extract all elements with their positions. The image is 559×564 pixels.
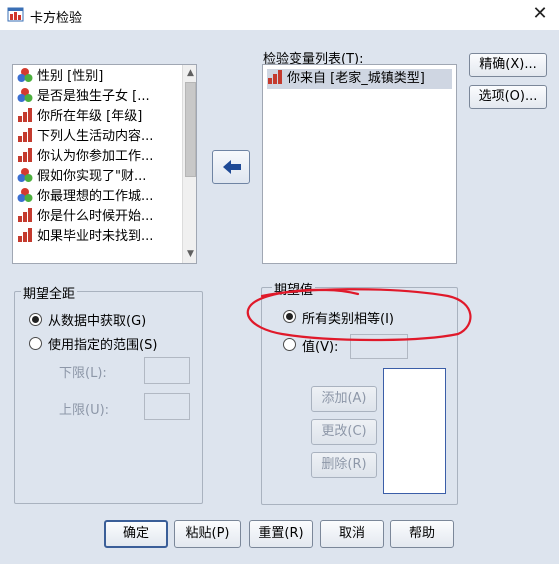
expected-values-group: 期望值 所有类别相等(I) 值(V): 添加(A) 更改(C) 删除(R) <box>261 279 458 505</box>
specified-range-label: 使用指定的范围(S) <box>48 338 158 353</box>
nominal-icon <box>17 67 33 83</box>
nominal-icon <box>17 167 33 183</box>
close-icon[interactable]: ✕ <box>528 2 552 26</box>
list-item-label: 你所在年级 [年级] <box>37 109 143 124</box>
remove-button[interactable]: 删除(R) <box>311 452 377 478</box>
scrollbar-thumb[interactable] <box>185 82 196 177</box>
reset-button[interactable]: 重置(R) <box>249 520 313 548</box>
add-button[interactable]: 添加(A) <box>311 386 377 412</box>
paste-button[interactable]: 粘贴(P) <box>174 520 241 548</box>
scroll-up-icon[interactable]: ▲ <box>183 66 196 81</box>
value-input[interactable] <box>350 334 408 359</box>
list-item-label: 你来自 [老家_城镇类型] <box>287 71 425 86</box>
radio-values[interactable] <box>283 338 296 351</box>
arrow-left-icon <box>223 160 241 174</box>
list-item[interactable]: 性别 [性别] <box>17 67 180 87</box>
upper-limit-input[interactable] <box>144 393 190 420</box>
expected-range-group: 期望全距 从数据中获取(G) 使用指定的范围(S) 下限(L): 上限(U): <box>14 283 203 504</box>
title-bar: 卡方检验 ✕ <box>0 0 559 30</box>
list-item-label: 如果毕业时未找到... <box>37 229 154 244</box>
expected-values-list[interactable] <box>383 368 446 494</box>
nominal-icon <box>17 87 33 103</box>
ordinal-icon <box>17 227 33 243</box>
list-item-label: 假如你实现了"财... <box>37 169 147 184</box>
ordinal-icon <box>17 207 33 223</box>
ordinal-icon <box>17 127 33 143</box>
list-item[interactable]: 是否是独生子女 [... <box>17 87 180 107</box>
radio-all-categories-equal[interactable] <box>283 310 296 323</box>
list-item[interactable]: 你认为你参加工作... <box>17 147 180 167</box>
list-item[interactable]: 下列人生活动内容... <box>17 127 180 147</box>
lower-limit-input[interactable] <box>144 357 190 384</box>
options-button[interactable]: 选项(O)... <box>469 85 547 109</box>
ordinal-icon <box>267 69 283 85</box>
all-categories-equal-label: 所有类别相等(I) <box>302 312 394 327</box>
lower-limit-label: 下限(L): <box>59 366 107 381</box>
list-item-label: 你是什么时候开始... <box>37 209 154 224</box>
from-data-label: 从数据中获取(G) <box>48 314 147 329</box>
expected-values-title: 期望值 <box>272 279 316 298</box>
window-title: 卡方检验 <box>30 11 83 26</box>
list-item[interactable]: 如果毕业时未找到... <box>17 227 180 247</box>
radio-from-data[interactable] <box>29 313 42 326</box>
move-to-test-list-button[interactable] <box>212 150 250 184</box>
scroll-down-icon[interactable]: ▼ <box>183 247 196 262</box>
list-item[interactable]: 你是什么时候开始... <box>17 207 180 227</box>
list-item-label: 你最理想的工作城... <box>37 189 154 204</box>
list-item-label: 性别 [性别] <box>37 69 104 84</box>
upper-limit-label: 上限(U): <box>59 403 110 418</box>
expected-range-title: 期望全距 <box>21 283 78 302</box>
list-item[interactable]: 你来自 [老家_城镇类型] <box>267 69 452 89</box>
ordinal-icon <box>17 107 33 123</box>
list-item[interactable]: 你最理想的工作城... <box>17 187 180 207</box>
list-item-label: 是否是独生子女 [... <box>37 89 150 104</box>
list-item[interactable]: 假如你实现了"财... <box>17 167 180 187</box>
help-button[interactable]: 帮助 <box>390 520 454 548</box>
exact-button[interactable]: 精确(X)... <box>469 53 547 77</box>
app-icon <box>7 7 24 22</box>
vertical-scrollbar[interactable]: ▲ ▼ <box>182 65 196 263</box>
list-item-label: 下列人生活动内容... <box>37 129 154 144</box>
test-variable-list[interactable]: 你来自 [老家_城镇类型] <box>262 64 457 264</box>
ordinal-icon <box>17 147 33 163</box>
source-variable-list[interactable]: 性别 [性别] 是否是独生子女 [... 你所在年级 [年级] 下列人生活动内容...… <box>12 64 197 264</box>
list-item[interactable]: 你所在年级 [年级] <box>17 107 180 127</box>
ok-button[interactable]: 确定 <box>104 520 168 548</box>
nominal-icon <box>17 187 33 203</box>
list-item-label: 你认为你参加工作... <box>37 149 154 164</box>
change-button[interactable]: 更改(C) <box>311 419 377 445</box>
values-label: 值(V): <box>302 340 339 355</box>
cancel-button[interactable]: 取消 <box>320 520 384 548</box>
radio-specified-range[interactable] <box>29 337 42 350</box>
